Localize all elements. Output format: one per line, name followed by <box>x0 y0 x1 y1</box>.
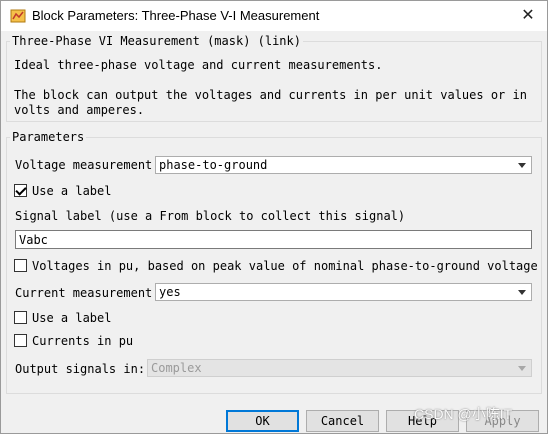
use-label-voltage-label: Use a label <box>32 184 112 198</box>
mask-description-line3: volts and amperes. <box>14 103 145 117</box>
output-signals-value: Complex <box>151 361 202 375</box>
chevron-down-icon <box>518 163 526 168</box>
currents-in-pu-checkbox[interactable] <box>14 334 27 347</box>
mask-description-line2: The block can output the voltages and cu… <box>14 88 527 102</box>
cancel-button[interactable]: Cancel <box>306 410 379 432</box>
use-label-current-checkbox[interactable] <box>14 311 27 324</box>
current-measurement-select[interactable]: yes <box>155 283 532 301</box>
signal-label-input[interactable]: Vabc <box>15 230 532 249</box>
voltage-measurement-label: Voltage measurement <box>15 158 153 172</box>
output-signals-label: Output signals in: <box>15 362 146 376</box>
window-title: Block Parameters: Three-Phase V-I Measur… <box>32 8 320 23</box>
current-measurement-value: yes <box>159 285 181 299</box>
checkmark-icon <box>15 184 27 196</box>
mask-description-line1: Ideal three-phase voltage and current me… <box>14 58 383 72</box>
ok-button[interactable]: OK <box>226 410 299 432</box>
chevron-down-icon <box>518 290 526 295</box>
csdn-watermark: CSDN @小陈IT <box>414 406 513 422</box>
use-label-current-label: Use a label <box>32 311 112 325</box>
mask-legend: Three-Phase VI Measurement (mask) (link) <box>12 34 301 48</box>
use-label-voltage-checkbox[interactable] <box>14 184 27 197</box>
currents-in-pu-label: Currents in pu <box>32 334 134 348</box>
voltages-in-pu-label: Voltages in pu, based on peak value of n… <box>32 259 538 273</box>
close-icon[interactable]: ✕ <box>513 5 543 27</box>
signal-label-value: Vabc <box>19 233 48 247</box>
chevron-down-icon <box>518 366 526 371</box>
current-measurement-label: Current measurement <box>15 286 153 300</box>
simulink-block-icon <box>10 9 26 23</box>
parameters-legend: Parameters <box>12 130 85 144</box>
voltage-measurement-value: phase-to-ground <box>159 158 268 172</box>
signal-label-caption: Signal label (use a From block to collec… <box>15 209 406 223</box>
title-bar[interactable]: Block Parameters: Three-Phase V-I Measur… <box>1 1 547 31</box>
voltage-measurement-select[interactable]: phase-to-ground <box>155 156 532 174</box>
output-signals-select[interactable]: Complex <box>147 359 532 377</box>
voltages-in-pu-checkbox[interactable] <box>14 259 27 272</box>
block-parameters-dialog: Block Parameters: Three-Phase V-I Measur… <box>0 0 548 434</box>
